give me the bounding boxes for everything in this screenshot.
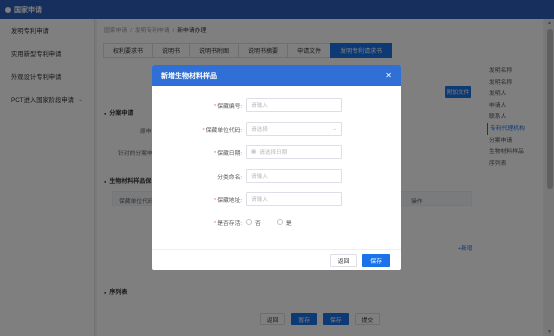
radio-circle-icon <box>276 219 283 225</box>
address-label: *保藏地址: <box>213 197 242 204</box>
taxonomy-label: 分类命名: <box>217 174 242 181</box>
survival-radio-no[interactable]: 否 <box>246 218 261 227</box>
chevron-down-icon: ⌄ <box>332 126 337 132</box>
form-row-deposit-no: *保藏编号: 请输入 <box>152 98 401 112</box>
survival-radio-yes[interactable]: 是 <box>276 218 292 227</box>
deposit-date-label: *保藏日期: <box>213 150 242 157</box>
form-row-unit-code: *保藏单位代码: 请选择 ⌄ <box>152 122 401 136</box>
dialog-footer: 返回 保存 <box>152 249 401 270</box>
dialog-cancel-button[interactable]: 返回 <box>329 253 358 267</box>
deposit-no-input[interactable]: 请输入 <box>246 98 342 112</box>
address-input[interactable]: 请输入 <box>246 192 342 206</box>
deposit-date-picker[interactable]: ▦ 请选择日期 <box>246 145 342 159</box>
dialog-title: 新增生物材料样品 <box>161 72 217 80</box>
deposit-no-label: *保藏编号: <box>213 103 242 110</box>
close-icon[interactable]: ✕ <box>385 71 392 80</box>
form-row-taxonomy: 分类命名: 请输入 <box>152 169 401 183</box>
calendar-icon: ▦ <box>251 149 257 155</box>
survival-label: *是否存活: <box>213 220 242 227</box>
unit-code-label: *保藏单位代码: <box>202 127 242 134</box>
form-row-address: *保藏地址: 请输入 <box>152 192 401 206</box>
dialog-body: *保藏编号: 请输入 *保藏单位代码: 请选择 ⌄ *保藏日期: ▦ 请选择日期 分… <box>152 86 401 249</box>
add-bio-sample-dialog: 新增生物材料样品 ✕ *保藏编号: 请输入 *保藏单位代码: 请选择 ⌄ *保藏日… <box>152 65 401 270</box>
unit-code-select[interactable]: 请选择 ⌄ <box>246 122 342 136</box>
taxonomy-input[interactable]: 请输入 <box>246 169 342 183</box>
dialog-save-button[interactable]: 保存 <box>362 253 390 267</box>
form-row-deposit-date: *保藏日期: ▦ 请选择日期 <box>152 145 401 159</box>
radio-circle-icon <box>246 219 252 225</box>
form-row-survival: *是否存活: 否 是 <box>152 215 401 229</box>
dialog-header: 新增生物材料样品 ✕ <box>152 65 401 86</box>
